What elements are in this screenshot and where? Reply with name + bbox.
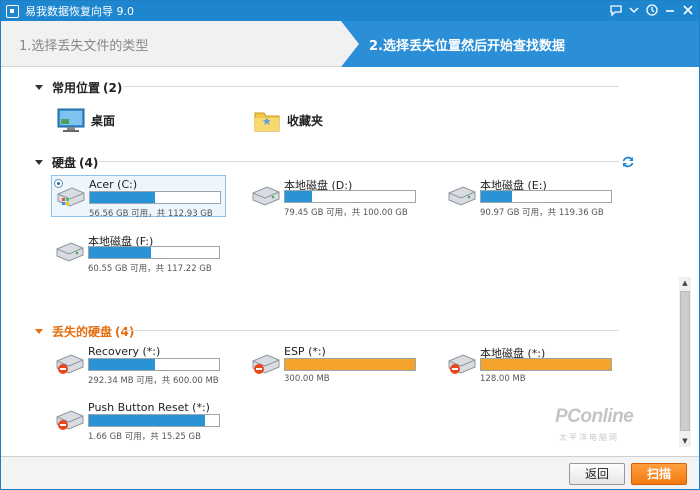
disk-name: Acer (C:) (89, 178, 138, 191)
app-logo-icon (6, 4, 19, 18)
watermark-subtext: 太平洋电脑网 (559, 433, 619, 442)
step-2-label: 2.选择丢失位置然后开始查找数据 (369, 39, 565, 54)
back-button[interactable]: 返回 (569, 463, 625, 485)
disk-usage-fill (89, 247, 152, 258)
location-label: 收藏夹 (287, 113, 324, 128)
windows-drive-icon (57, 187, 85, 207)
lost-disk-item[interactable]: Recovery (*:) 292.34 MB 可用，共 600.00 MB (51, 343, 226, 386)
disk-usage-bar (88, 246, 220, 259)
footer-bar: 返回 扫描 (1, 456, 699, 489)
disk-name: Recovery (*:) (88, 345, 161, 358)
hard-drive-icon (252, 186, 280, 206)
location-list: 常用位置 (2) 桌面 收藏夹 硬盘 (4) Acer (C:) 56.56 G… (1, 67, 699, 459)
disk-size: 1.66 GB 可用，共 15.25 GB (88, 432, 201, 442)
section-title: 丢失的硬盘 (52, 325, 113, 339)
hard-drive-icon (448, 186, 476, 206)
disk-usage-bar (284, 358, 416, 371)
watermark-text: PConline (555, 406, 634, 427)
history-icon[interactable] (645, 3, 659, 17)
watermark: PConline 太平洋电脑网 (549, 406, 689, 446)
close-button[interactable] (681, 3, 695, 17)
disk-size: 79.45 GB 可用，共 100.00 GB (284, 208, 408, 218)
lost-drive-icon (252, 354, 280, 374)
disk-usage-fill (90, 192, 155, 203)
location-label: 桌面 (91, 113, 116, 128)
disk-item[interactable]: Acer (C:) 56.56 GB 可用，共 112.93 GB (51, 175, 226, 219)
disk-size: 292.34 MB 可用，共 600.00 MB (88, 376, 219, 386)
disk-usage-bar (88, 414, 220, 427)
disk-size: 60.55 GB 可用，共 117.22 GB (88, 264, 212, 274)
lost-drive-icon (56, 354, 84, 374)
disk-name: Push Button Reset (*:) (88, 401, 210, 414)
refresh-icon[interactable] (621, 155, 635, 169)
collapse-arrow-icon[interactable] (35, 329, 43, 334)
feedback-icon[interactable] (609, 3, 623, 17)
disk-usage-fill (89, 359, 156, 370)
lost-drive-icon (56, 410, 84, 430)
desktop-icon (57, 108, 85, 132)
disk-item[interactable]: 本地磁盘 (F:) 60.55 GB 可用，共 117.22 GB (51, 231, 226, 274)
disk-name: ESP (*:) (284, 345, 326, 358)
scroll-up-arrow-icon[interactable]: ▲ (679, 277, 691, 289)
disk-item[interactable]: 本地磁盘 (E:) 90.97 GB 可用，共 119.36 GB (443, 175, 618, 218)
section-hard-disks[interactable]: 硬盘 (4) (35, 154, 98, 171)
disk-size: 90.97 GB 可用，共 119.36 GB (480, 208, 604, 218)
disk-size: 128.00 MB (480, 374, 526, 384)
disk-usage-bar (89, 191, 221, 204)
hard-drive-icon (56, 242, 84, 262)
disk-size: 56.56 GB 可用，共 112.93 GB (89, 209, 213, 219)
disk-item[interactable]: 本地磁盘 (D:) 79.45 GB 可用，共 100.00 GB (247, 175, 422, 218)
disk-usage-fill (481, 359, 611, 370)
disk-usage-bar (88, 358, 220, 371)
section-common-locations[interactable]: 常用位置 (2) (35, 79, 122, 96)
section-divider (123, 86, 619, 87)
disk-usage-fill (481, 191, 513, 202)
disk-usage-bar (284, 190, 416, 203)
disk-usage-fill (285, 359, 415, 370)
collapse-arrow-icon[interactable] (35, 160, 43, 165)
location-favorites[interactable]: 收藏夹 (253, 107, 323, 133)
lost-disk-item[interactable]: Push Button Reset (*:) 1.66 GB 可用，共 15.2… (51, 399, 226, 442)
section-count: (2) (103, 80, 123, 95)
scan-button[interactable]: 扫描 (631, 463, 687, 485)
app-window: 易我数据恢复向导 9.0 1.选择丢失文件的类型 2.选择丢失位置然后开始查找数… (0, 0, 700, 490)
window-title: 易我数据恢复向导 9.0 (25, 5, 134, 18)
disk-usage-fill (285, 191, 313, 202)
disk-usage-bar (480, 190, 612, 203)
title-bar: 易我数据恢复向导 9.0 (1, 1, 699, 21)
section-divider (123, 330, 619, 331)
section-title: 硬盘 (52, 156, 77, 170)
disk-usage-fill (89, 415, 205, 426)
disk-size: 300.00 MB (284, 374, 330, 384)
disk-usage-bar (480, 358, 612, 371)
lost-disk-item[interactable]: 本地磁盘 (*:) 128.00 MB (443, 343, 618, 385)
lost-disk-item[interactable]: ESP (*:) 300.00 MB (247, 343, 422, 385)
section-lost-disks[interactable]: 丢失的硬盘 (4) (35, 323, 134, 340)
location-desktop[interactable]: 桌面 (57, 107, 115, 133)
section-count: (4) (79, 155, 99, 170)
wizard-steps: 1.选择丢失文件的类型 2.选择丢失位置然后开始查找数据 (1, 21, 699, 67)
menu-icon[interactable] (627, 3, 641, 17)
minimize-button[interactable] (663, 3, 677, 17)
lost-drive-icon (448, 354, 476, 374)
step-1-label[interactable]: 1.选择丢失文件的类型 (19, 35, 148, 54)
section-title: 常用位置 (52, 81, 101, 95)
section-count: (4) (115, 324, 135, 339)
section-divider (99, 161, 619, 162)
collapse-arrow-icon[interactable] (35, 85, 43, 90)
favorites-folder-icon (254, 112, 280, 132)
